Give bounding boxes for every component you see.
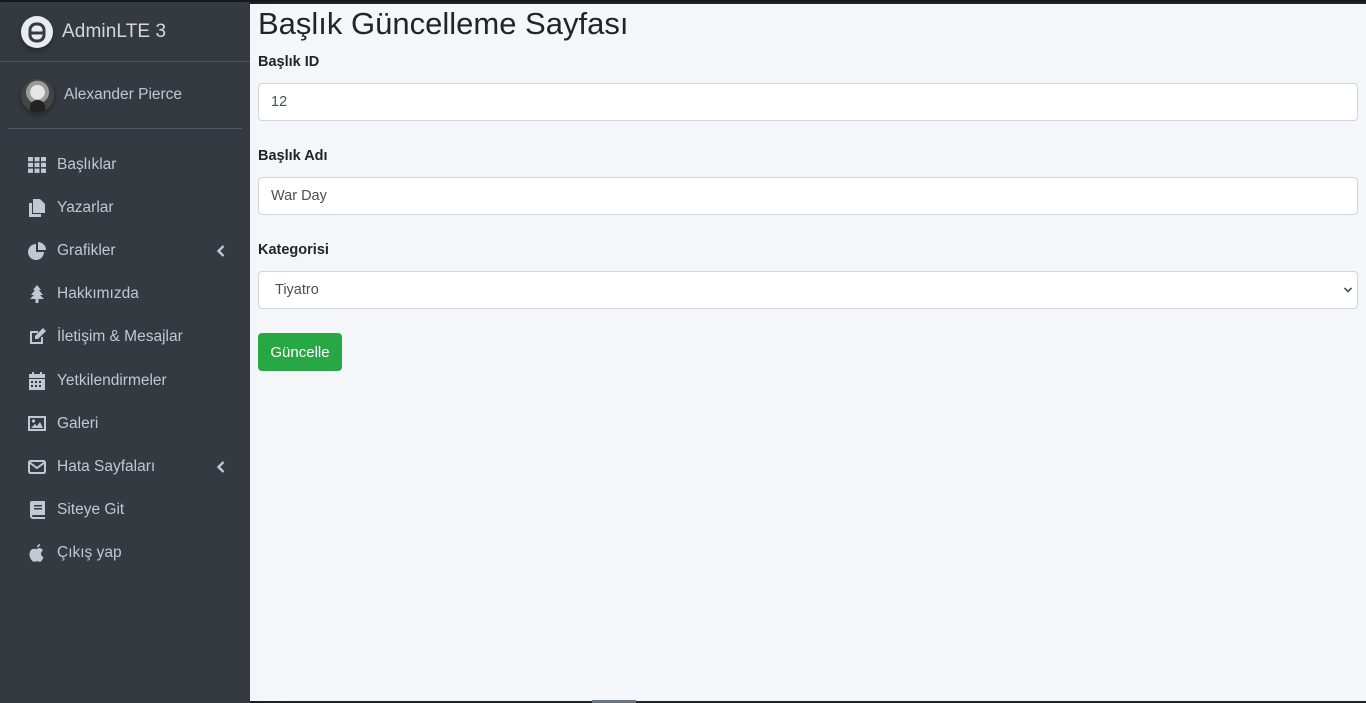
sidebar-item-iletisim[interactable]: İletişim & Mesajlar: [8, 316, 242, 359]
brand-link[interactable]: AdminLTE 3: [0, 2, 250, 62]
edit-icon: [27, 327, 47, 347]
book-icon: [27, 500, 47, 520]
copy-icon: [27, 198, 47, 218]
sidebar-item-label: Siteye Git: [57, 501, 125, 519]
content-wrapper: Başlık Güncelleme Sayfası Başlık ID Başl…: [250, 4, 1366, 701]
th-grid-icon: [27, 155, 47, 175]
page-title: Başlık Güncelleme Sayfası: [258, 6, 629, 41]
sidebar-nav: Başlıklar Yazarlar Grafikler Hakkımızda …: [8, 143, 242, 575]
sidebar-item-yetkilendirmeler[interactable]: Yetkilendirmeler: [8, 359, 242, 402]
sidebar-item-hata-sayfalari[interactable]: Hata Sayfaları: [8, 445, 242, 488]
baslik-adi-input[interactable]: [258, 177, 1358, 215]
calendar-icon: [27, 371, 47, 391]
chart-pie-icon: [27, 241, 47, 261]
image-icon: [27, 414, 47, 434]
sidebar-item-grafikler[interactable]: Grafikler: [8, 229, 242, 272]
sidebar-item-label: Hata Sayfaları: [57, 457, 156, 475]
chevron-left-icon: [216, 245, 225, 257]
sidebar-item-galeri[interactable]: Galeri: [8, 402, 242, 445]
sidebar-item-label: Yetkilendirmeler: [57, 371, 167, 389]
sidebar-item-cikis-yap[interactable]: Çıkış yap: [8, 532, 242, 575]
sidebar-item-label: Grafikler: [57, 241, 116, 259]
sidebar-item-label: İletişim & Mesajlar: [57, 328, 183, 346]
chevron-left-icon: [216, 461, 225, 473]
sidebar-item-label: Başlıklar: [57, 155, 117, 173]
tree-icon: [27, 284, 47, 304]
sidebar-item-label: Yazarlar: [57, 198, 114, 216]
sidebar-item-hakkimizda[interactable]: Hakkımızda: [8, 273, 242, 316]
envelope-icon: [27, 457, 47, 477]
sidebar-item-siteye-git[interactable]: Siteye Git: [8, 489, 242, 532]
sidebar-item-label: Galeri: [57, 414, 99, 432]
brand-text: AdminLTE 3: [62, 20, 167, 42]
main-sidebar: AdminLTE 3 Alexander Pierce Başlıklar Ya…: [0, 2, 250, 703]
kategori-selected-value: Tiyatro: [275, 282, 319, 298]
baslik-adi-label: Başlık Adı: [258, 148, 328, 164]
kategori-select[interactable]: Tiyatro: [258, 271, 1358, 309]
sidebar-item-basliklar[interactable]: Başlıklar: [8, 143, 242, 186]
apple-icon: [27, 543, 47, 563]
sidebar-item-yazarlar[interactable]: Yazarlar: [8, 186, 242, 229]
chevron-down-icon: [1343, 287, 1353, 293]
user-panel[interactable]: Alexander Pierce: [8, 62, 242, 129]
avatar: [21, 78, 54, 112]
user-name[interactable]: Alexander Pierce: [64, 86, 182, 104]
sidebar-item-label: Çıkış yap: [57, 544, 122, 562]
baslik-id-input[interactable]: [258, 83, 1358, 121]
sidebar-item-label: Hakkımızda: [57, 285, 139, 303]
adminlte-logo-icon: [21, 15, 53, 48]
guncelle-button[interactable]: Güncelle: [258, 333, 342, 371]
baslik-id-label: Başlık ID: [258, 54, 320, 70]
kategori-label: Kategorisi: [258, 242, 329, 258]
